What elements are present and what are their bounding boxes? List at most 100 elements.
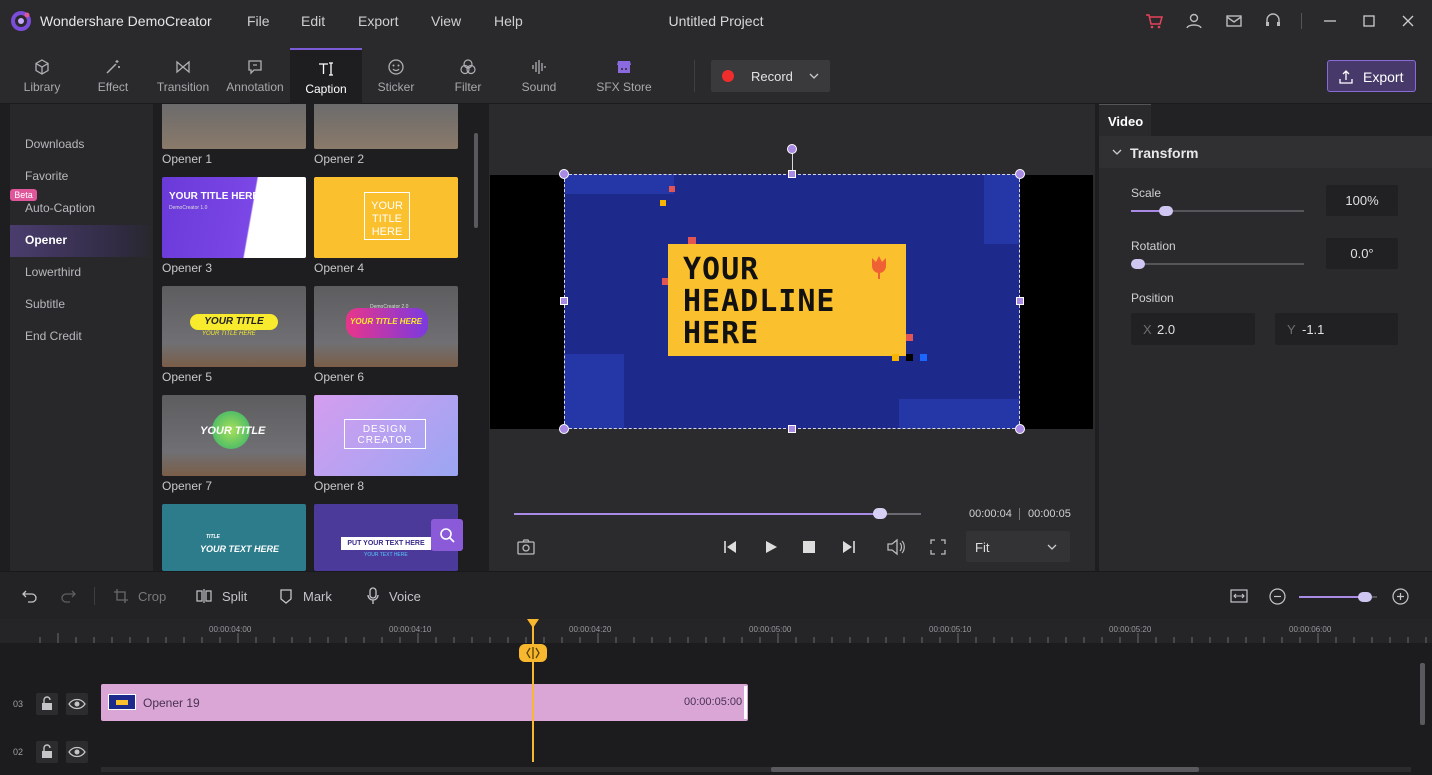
tool-transition[interactable]: Transition: [147, 48, 219, 104]
thumbnail-opener-1[interactable]: [162, 104, 306, 149]
lock-icon[interactable]: [36, 693, 58, 715]
close-icon[interactable]: [1398, 11, 1418, 31]
horizontal-scrollbar[interactable]: [101, 767, 1411, 772]
slider-knob[interactable]: [1131, 259, 1145, 269]
menu-export[interactable]: Export: [358, 13, 398, 29]
handle-left[interactable]: [560, 297, 568, 305]
time-total: 00:00:05: [1028, 508, 1071, 520]
tool-sound[interactable]: Sound: [503, 48, 575, 104]
fit-dropdown[interactable]: Fit: [966, 531, 1070, 562]
eye-icon[interactable]: [66, 741, 88, 763]
sidebar-item-downloads[interactable]: Downloads: [10, 129, 153, 161]
microphone-icon[interactable]: [366, 587, 380, 605]
playback-progress[interactable]: [514, 508, 921, 519]
next-frame-icon[interactable]: [841, 539, 857, 555]
thumbnail-opener-8[interactable]: DESIGN CREATOR: [314, 395, 458, 476]
clip-trim-handle[interactable]: [744, 686, 747, 719]
playhead[interactable]: [532, 621, 534, 762]
handle-top-right[interactable]: [1015, 169, 1025, 179]
thumbnail-opener-2[interactable]: [314, 104, 458, 149]
thumb-sub: DemoCreator 1.0: [169, 205, 208, 211]
rotate-handle[interactable]: [787, 144, 797, 154]
tool-annotation[interactable]: Annotation: [219, 48, 291, 104]
minimize-icon[interactable]: [1320, 11, 1340, 31]
zoom-out-icon[interactable]: [1269, 588, 1286, 605]
sidebar-item-subtitle[interactable]: Subtitle: [10, 289, 153, 321]
vertical-scrollbar[interactable]: [1420, 663, 1425, 725]
menu-view[interactable]: View: [431, 13, 461, 29]
tool-sfx-store[interactable]: SFX Store: [587, 48, 661, 104]
position-y-field[interactable]: Y -1.1: [1275, 313, 1398, 345]
thumbnail-opener-3[interactable]: YOUR TITLE HERE DemoCreator 1.0: [162, 177, 306, 258]
tool-sticker[interactable]: Sticker: [360, 48, 432, 104]
export-button[interactable]: Export: [1327, 60, 1416, 92]
thumbnail-opener-6[interactable]: YOUR TITLE HERE DemoCreator 2.0: [314, 286, 458, 367]
handle-top-left[interactable]: [559, 169, 569, 179]
voice-button[interactable]: Voice: [389, 589, 421, 604]
playhead-marker-icon[interactable]: [527, 619, 539, 629]
volume-icon[interactable]: [886, 538, 906, 556]
tool-filter[interactable]: Filter: [432, 48, 504, 104]
zoom-in-icon[interactable]: [1392, 588, 1409, 605]
zoom-slider[interactable]: [1299, 592, 1377, 602]
split-button[interactable]: Split: [222, 589, 247, 604]
timeline-ruler[interactable]: 00:00:04:00 00:00:04:10 00:00:04:20 00:0…: [0, 619, 1432, 643]
scale-field[interactable]: 100%: [1326, 185, 1398, 216]
scale-slider[interactable]: [1131, 206, 1304, 216]
menu-edit[interactable]: Edit: [301, 13, 325, 29]
handle-right[interactable]: [1016, 297, 1024, 305]
menu-file[interactable]: File: [247, 13, 270, 29]
headset-icon[interactable]: [1263, 11, 1283, 31]
play-icon[interactable]: [763, 539, 779, 555]
lock-icon[interactable]: [36, 741, 58, 763]
position-x-field[interactable]: X 2.0: [1131, 313, 1255, 345]
thumbnail-opener-5[interactable]: YOUR TITLE YOUR TITLE HERE: [162, 286, 306, 367]
rotation-slider[interactable]: [1131, 259, 1304, 269]
slider-knob[interactable]: [1158, 206, 1173, 216]
user-icon[interactable]: [1184, 11, 1204, 31]
undo-icon[interactable]: [22, 588, 38, 604]
maximize-icon[interactable]: [1359, 11, 1379, 31]
speech-bubble-icon: [246, 58, 264, 76]
rotation-field[interactable]: 0.0°: [1326, 238, 1398, 269]
previous-frame-icon[interactable]: [722, 539, 738, 555]
timeline-clip[interactable]: Opener 19 00:00:05:00: [101, 684, 748, 721]
sidebar-item-opener[interactable]: Opener: [10, 225, 153, 257]
handle-top[interactable]: [788, 170, 796, 178]
thumbnail-opener-9[interactable]: TITLE YOUR TEXT HERE: [162, 504, 306, 571]
menu-help[interactable]: Help: [494, 13, 523, 29]
mark-button[interactable]: Mark: [303, 589, 332, 604]
tab-video[interactable]: Video: [1099, 104, 1151, 136]
mail-icon[interactable]: [1224, 11, 1244, 31]
snapshot-icon[interactable]: [516, 538, 536, 556]
crop-button[interactable]: Crop: [138, 589, 166, 604]
split-icon[interactable]: [196, 588, 212, 604]
chevron-down-icon[interactable]: [808, 70, 820, 82]
tool-effect[interactable]: Effect: [77, 48, 149, 104]
tool-caption[interactable]: Caption: [290, 48, 362, 104]
progress-knob[interactable]: [873, 508, 888, 519]
handle-bottom-left[interactable]: [559, 424, 569, 434]
handle-bottom-right[interactable]: [1015, 424, 1025, 434]
handle-bottom[interactable]: [788, 425, 796, 433]
thumbnail-opener-7[interactable]: YOUR TITLE: [162, 395, 306, 476]
scrollbar-thumb[interactable]: [771, 767, 1199, 772]
stop-icon[interactable]: [802, 540, 816, 554]
cart-icon[interactable]: [1144, 11, 1164, 31]
thumbnail-opener-4[interactable]: YOUR TITLE HERE: [314, 177, 458, 258]
redo-icon[interactable]: [60, 588, 76, 604]
search-button[interactable]: [431, 519, 463, 551]
transform-header[interactable]: Transform: [1099, 136, 1432, 168]
split-marker[interactable]: [519, 644, 547, 662]
tool-library[interactable]: Library: [6, 48, 78, 104]
sidebar-item-end-credit[interactable]: End Credit: [10, 321, 153, 353]
sidebar-item-lowerthird[interactable]: Lowerthird: [10, 257, 153, 289]
crop-icon[interactable]: [113, 588, 129, 604]
eye-icon[interactable]: [66, 693, 88, 715]
slider-knob[interactable]: [1358, 592, 1373, 602]
gallery-scrollbar[interactable]: [474, 133, 478, 228]
record-button[interactable]: Record: [711, 60, 830, 92]
fit-timeline-icon[interactable]: [1230, 588, 1248, 604]
fullscreen-icon[interactable]: [929, 538, 947, 556]
mark-icon[interactable]: [279, 588, 293, 604]
